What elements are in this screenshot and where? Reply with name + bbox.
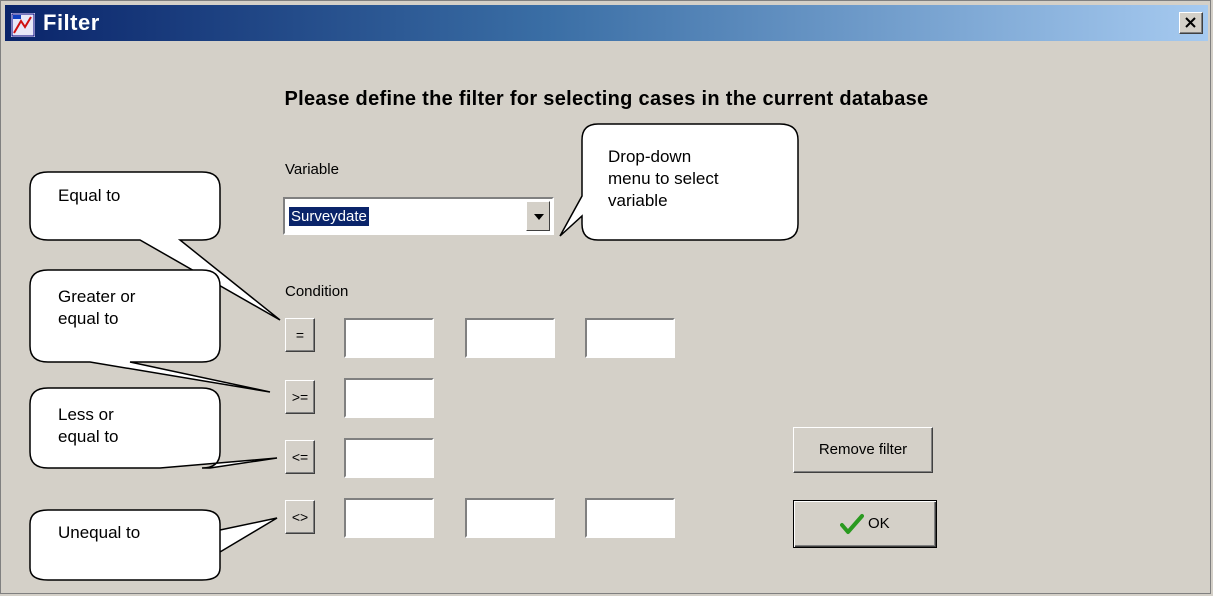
callout-shapes [29, 123, 799, 581]
callout-unequal-text: Unequal to [58, 523, 141, 542]
callout-dropdown-line-3: variable [608, 191, 668, 210]
callout-greater-line-1: Greater or [58, 287, 136, 306]
callout-unequal-bubble [29, 509, 278, 581]
callout-dropdown-line-1: Drop-down [608, 147, 692, 166]
callout-less-line-1: Less or [58, 405, 114, 424]
callout-equal-text: Equal to [58, 186, 121, 205]
callout-less-line-2: equal to [58, 427, 119, 446]
callout-greater-line-2: equal to [58, 309, 119, 328]
callout-dropdown-line-2: menu to select [608, 169, 719, 188]
